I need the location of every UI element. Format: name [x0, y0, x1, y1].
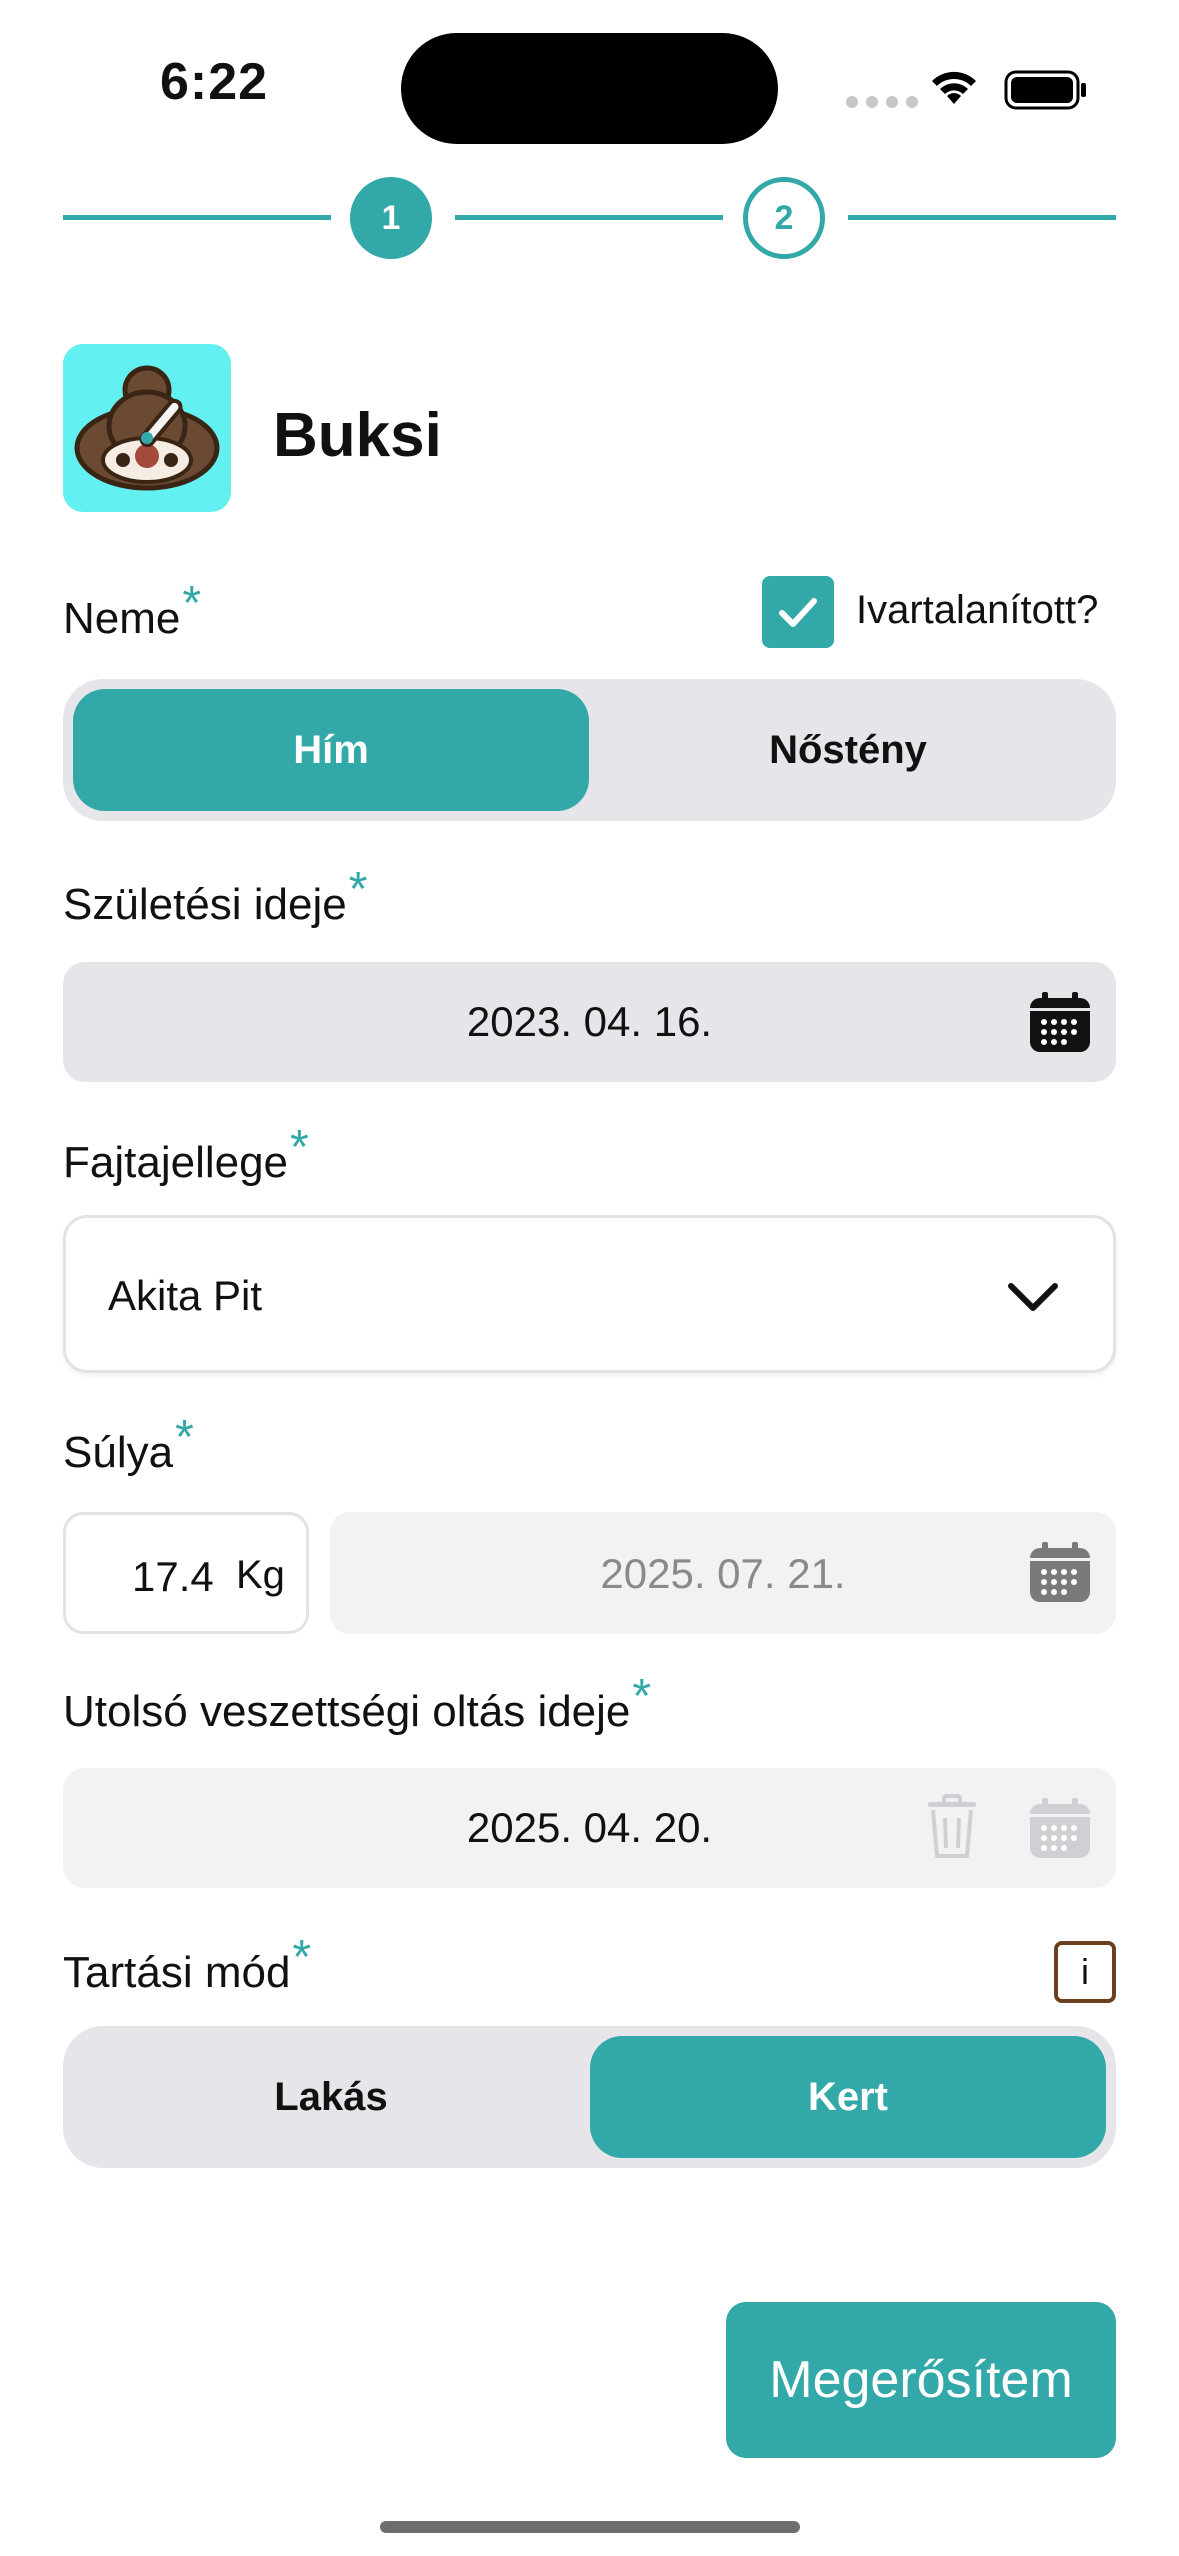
stepper-line-right [848, 215, 1116, 220]
housing-label-text: Tartási mód [63, 1948, 291, 1997]
required-mark: * [182, 577, 202, 630]
housing-label: Tartási mód* [63, 1931, 311, 1999]
weight-value: 17.4 [132, 1553, 214, 1600]
required-mark: * [290, 1121, 309, 1174]
required-mark: * [175, 1411, 194, 1464]
birth-date-label-text: Születési ideje [63, 880, 347, 929]
calendar-icon[interactable] [1028, 1540, 1092, 1604]
pet-name: Buksi [273, 401, 442, 470]
calendar-icon[interactable] [1028, 1796, 1092, 1860]
status-time: 6:22 [160, 53, 269, 111]
required-mark: * [292, 1931, 312, 1984]
weight-label-text: Súlya [63, 1428, 174, 1477]
calendar-icon[interactable] [1028, 990, 1092, 1054]
sex-option-male[interactable]: Hím [73, 689, 589, 811]
rabies-date-value: 2025. 04. 20. [466, 1804, 713, 1851]
step-2[interactable]: 2 [743, 177, 825, 259]
trash-icon[interactable] [924, 1794, 980, 1860]
stepper-line-middle [455, 215, 723, 220]
required-mark: * [348, 863, 368, 916]
cellular-signal-icon [846, 96, 918, 108]
birth-date-label: Születési ideje* [63, 863, 367, 931]
housing-segmented-control: Lakás Kert [63, 2026, 1116, 2168]
breed-value: Akita Pit [108, 1272, 263, 1319]
dynamic-island [401, 33, 778, 144]
sex-label-text: Neme [63, 594, 181, 643]
chevron-down-icon [1008, 1283, 1058, 1311]
sex-option-female[interactable]: Nőstény [590, 689, 1106, 811]
required-mark: * [632, 1670, 652, 1723]
step-1[interactable]: 1 [350, 177, 432, 259]
stepper-line-left [63, 215, 331, 220]
weight-date-value: 2025. 07. 21. [600, 1550, 846, 1597]
neutered-label[interactable]: Ivartalanított? [856, 588, 1098, 633]
birth-date-field[interactable]: 2023. 04. 16. [63, 962, 1116, 1082]
battery-icon [1004, 70, 1086, 110]
info-icon[interactable]: i [1054, 1941, 1116, 2003]
check-icon [779, 598, 817, 627]
dog-face-icon [74, 365, 220, 491]
weight-date-field[interactable]: 2025. 07. 21. [330, 1512, 1116, 1634]
wifi-icon [932, 71, 976, 104]
neutered-checkbox[interactable] [762, 576, 834, 648]
confirm-button[interactable]: Megerősítem [726, 2302, 1116, 2458]
housing-option-apartment[interactable]: Lakás [73, 2036, 589, 2158]
rabies-label: Utolsó veszettségi oltás ideje* [63, 1670, 651, 1738]
pet-avatar [63, 344, 231, 512]
breed-label: Fajtajellege* [63, 1121, 309, 1189]
breed-select[interactable]: Akita Pit [63, 1215, 1116, 1373]
weight-input[interactable]: 17.4 Kg [63, 1512, 309, 1634]
weight-label: Súlya* [63, 1411, 194, 1479]
sex-segmented-control: Hím Nőstény [63, 679, 1116, 821]
housing-option-garden[interactable]: Kert [590, 2036, 1106, 2158]
breed-label-text: Fajtajellege [63, 1138, 289, 1187]
birth-date-value: 2023. 04. 16. [466, 998, 713, 1045]
rabies-date-field[interactable]: 2025. 04. 20. [63, 1768, 1116, 1888]
weight-unit: Kg [236, 1553, 285, 1597]
sex-label: Neme* [63, 577, 201, 645]
home-indicator [380, 2521, 800, 2533]
rabies-label-text: Utolsó veszettségi oltás ideje [63, 1687, 631, 1736]
